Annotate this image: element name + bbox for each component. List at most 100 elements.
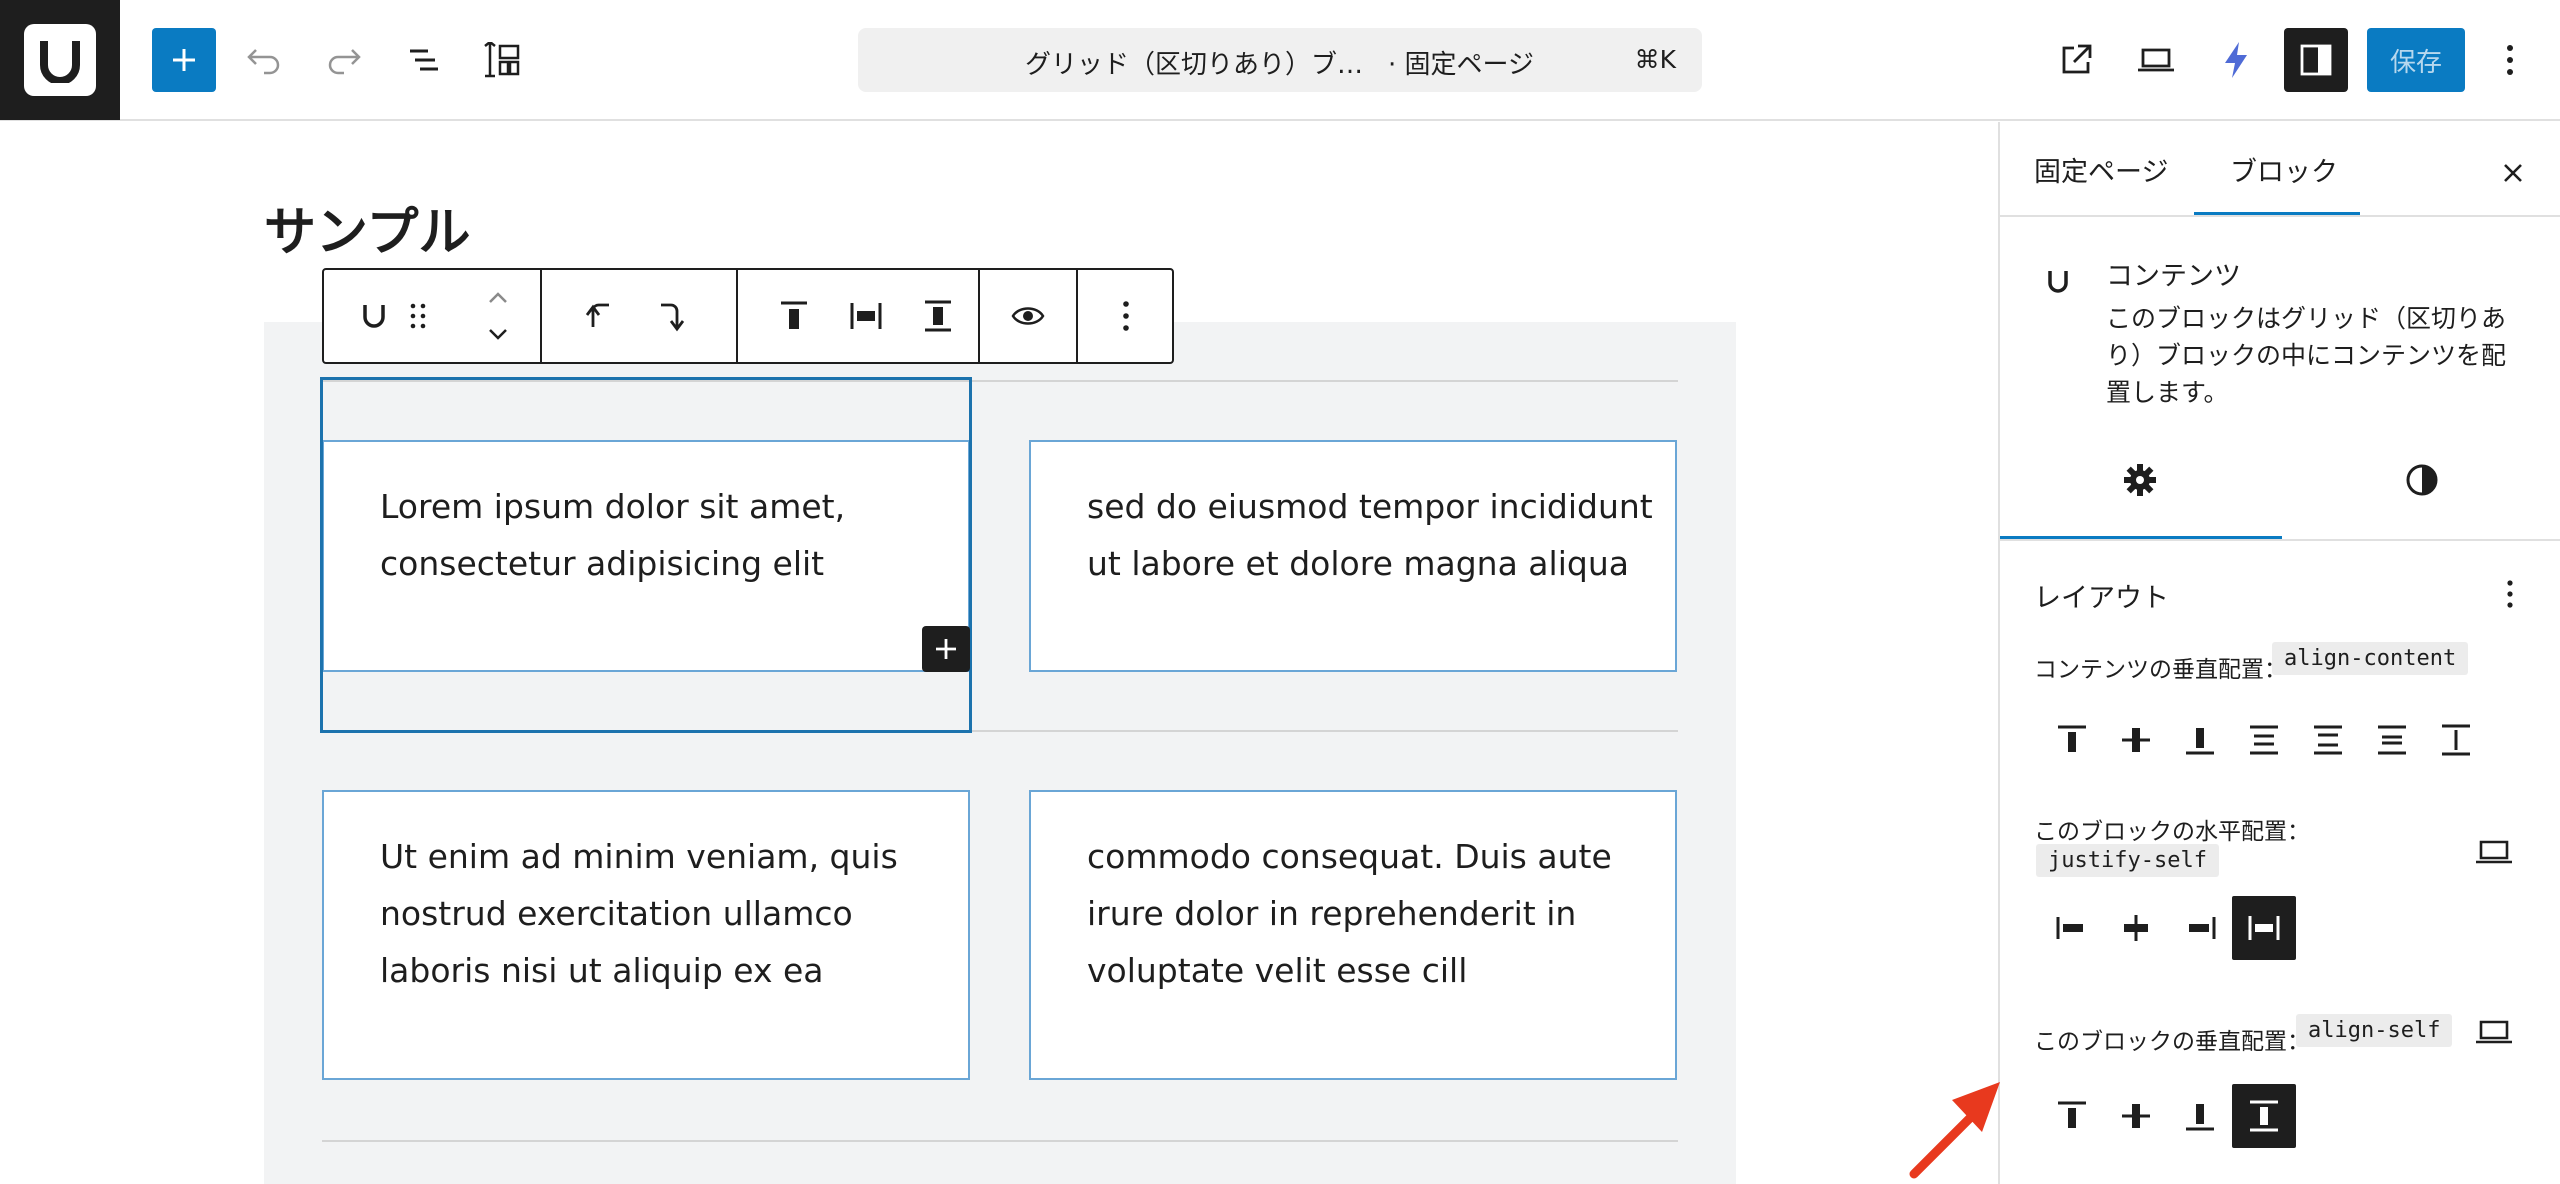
- device-preview-icon: [2138, 48, 2174, 72]
- justify-self-center-button[interactable]: [2104, 896, 2168, 960]
- list-view-icon: [410, 49, 438, 71]
- redo-button[interactable]: [312, 28, 376, 92]
- add-block-button[interactable]: [152, 28, 216, 92]
- card-text[interactable]: sed do eiusmod tempor incididunt ut labo…: [1087, 478, 1653, 592]
- more-vertical-icon: [2507, 45, 2513, 75]
- card-line: ut labore et dolore magna aliqua: [1087, 544, 1629, 583]
- move-up-button[interactable]: [470, 280, 526, 316]
- layout-panel-title[interactable]: レイアウト: [2034, 576, 2169, 615]
- select-child-button[interactable]: [644, 288, 700, 344]
- align-content-space-evenly-button[interactable]: [2360, 708, 2424, 772]
- annotation-arrow-icon: [1909, 1082, 2000, 1179]
- responsive-device-button[interactable]: [2472, 1014, 2516, 1050]
- card-line: sed do eiusmod tempor incididunt: [1087, 487, 1653, 526]
- card-line: voluptate velit esse cill: [1087, 951, 1468, 990]
- chevron-down-icon: [489, 329, 507, 340]
- page-title[interactable]: サンプル: [264, 190, 470, 265]
- toolbar-separator: [1076, 270, 1078, 362]
- align-center-icon: [2122, 728, 2150, 752]
- space-evenly-icon: [2378, 725, 2406, 755]
- toolbar-separator: [540, 270, 542, 362]
- close-sidebar-button[interactable]: [2486, 146, 2540, 200]
- justify-self-start-button[interactable]: [2040, 896, 2104, 960]
- content-card-3[interactable]: Ut enim ad minim veniam, quis nostrud ex…: [322, 790, 970, 1080]
- content-card-2[interactable]: sed do eiusmod tempor incididunt ut labo…: [1029, 440, 1677, 672]
- toolbar-separator: [736, 270, 738, 362]
- settings-sidebar-toggle[interactable]: [2284, 28, 2348, 92]
- card-text[interactable]: commodo consequat. Duis aute irure dolor…: [1087, 828, 1612, 999]
- drag-handle-icon: [410, 303, 426, 329]
- visibility-button[interactable]: [1000, 288, 1056, 344]
- tab-page[interactable]: 固定ページ: [2034, 150, 2168, 189]
- align-content-start-button[interactable]: [2040, 708, 2104, 772]
- align-content-center-button[interactable]: [2104, 708, 2168, 772]
- view-page-button[interactable]: [2044, 28, 2108, 92]
- content-card-4[interactable]: commodo consequat. Duis aute irure dolor…: [1029, 790, 1677, 1080]
- card-text[interactable]: Ut enim ad minim veniam, quis nostrud ex…: [380, 828, 898, 999]
- block-options-button[interactable]: [1098, 288, 1154, 344]
- chevron-up-icon: [489, 292, 507, 303]
- arrow-up-left-icon: [585, 303, 609, 327]
- align-self-end-button[interactable]: [2168, 1084, 2232, 1148]
- laptop-icon: [2476, 1020, 2512, 1044]
- align-center-icon: [2122, 1104, 2150, 1128]
- block-description: このブロックはグリッド（区切りあり）ブロックの中にコンテンツを配置します。: [2106, 304, 2507, 407]
- undo-button[interactable]: [232, 28, 296, 92]
- align-bottom-icon: [2186, 728, 2214, 755]
- editor-canvas[interactable]: サンプル Lorem ipsum dolor sit amet, consect…: [0, 122, 1998, 1184]
- select-parent-button[interactable]: [570, 288, 626, 344]
- align-self-center-button[interactable]: [2104, 1084, 2168, 1148]
- inline-inserter-button[interactable]: [922, 626, 970, 672]
- layout-options-button[interactable]: [2486, 570, 2534, 618]
- more-vertical-icon: [2507, 580, 2513, 608]
- document-type: · 固定ページ: [1388, 50, 1535, 80]
- device-preview-button[interactable]: [2124, 28, 2188, 92]
- align-content-label: コンテンツの垂直配置：: [2034, 650, 2287, 684]
- align-top-icon: [781, 301, 807, 329]
- editor-header: グリッド（区切りあり）ブ… · 固定ページ ⌘K 保存: [0, 0, 2560, 121]
- site-logo-button[interactable]: [0, 0, 120, 120]
- align-stretch-icon: [2442, 724, 2470, 756]
- align-top-button[interactable]: [766, 288, 822, 344]
- justify-self-label: このブロックの水平配置：: [2034, 819, 2310, 845]
- justify-stretch-icon: [850, 303, 882, 329]
- justify-right-icon: [2189, 917, 2216, 939]
- justify-center-icon: [2124, 915, 2148, 941]
- card-line: commodo consequat. Duis aute: [1087, 837, 1612, 876]
- block-patterns-button[interactable]: [470, 28, 534, 92]
- justify-self-end-button[interactable]: [2168, 896, 2232, 960]
- move-down-button[interactable]: [470, 316, 526, 352]
- undo-icon: [247, 49, 280, 75]
- align-content-code: align-content: [2272, 642, 2469, 675]
- arrow-down-right-icon: [661, 303, 685, 332]
- save-button[interactable]: 保存: [2367, 28, 2465, 92]
- styles-subtab[interactable]: [2382, 452, 2462, 508]
- block-name: コンテンツ: [2106, 261, 2241, 292]
- align-content-space-between-button[interactable]: [2232, 708, 2296, 772]
- block-type-button[interactable]: [346, 288, 402, 344]
- responsive-device-button[interactable]: [2472, 834, 2516, 870]
- align-self-stretch-button[interactable]: [2232, 1084, 2296, 1148]
- drag-handle[interactable]: [404, 288, 432, 344]
- align-content-end-button[interactable]: [2168, 708, 2232, 772]
- align-bottom-icon: [2186, 1104, 2214, 1131]
- grid-divider-bottom: [322, 1140, 1678, 1142]
- space-between-icon: [2250, 725, 2278, 755]
- selected-block-outline: [320, 377, 972, 733]
- options-menu-button[interactable]: [2478, 28, 2542, 92]
- document-title-bar[interactable]: グリッド（区切りあり）ブ… · 固定ページ ⌘K: [858, 28, 1702, 92]
- eye-icon: [1011, 307, 1045, 325]
- settings-subtab[interactable]: [2100, 452, 2180, 508]
- external-link-icon: [2062, 44, 2092, 74]
- align-content-stretch-button[interactable]: [2424, 708, 2488, 772]
- align-content-space-around-button[interactable]: [2296, 708, 2360, 772]
- justify-left-icon: [2056, 917, 2083, 939]
- list-view-button[interactable]: [392, 28, 456, 92]
- tab-block[interactable]: ブロック: [2230, 150, 2338, 189]
- justify-stretch-button[interactable]: [838, 288, 894, 344]
- align-self-start-button[interactable]: [2040, 1084, 2104, 1148]
- justify-self-stretch-button[interactable]: [2232, 896, 2296, 960]
- content-block-icon: [363, 305, 385, 328]
- performance-button[interactable]: [2204, 28, 2268, 92]
- align-stretch-button[interactable]: [910, 288, 966, 344]
